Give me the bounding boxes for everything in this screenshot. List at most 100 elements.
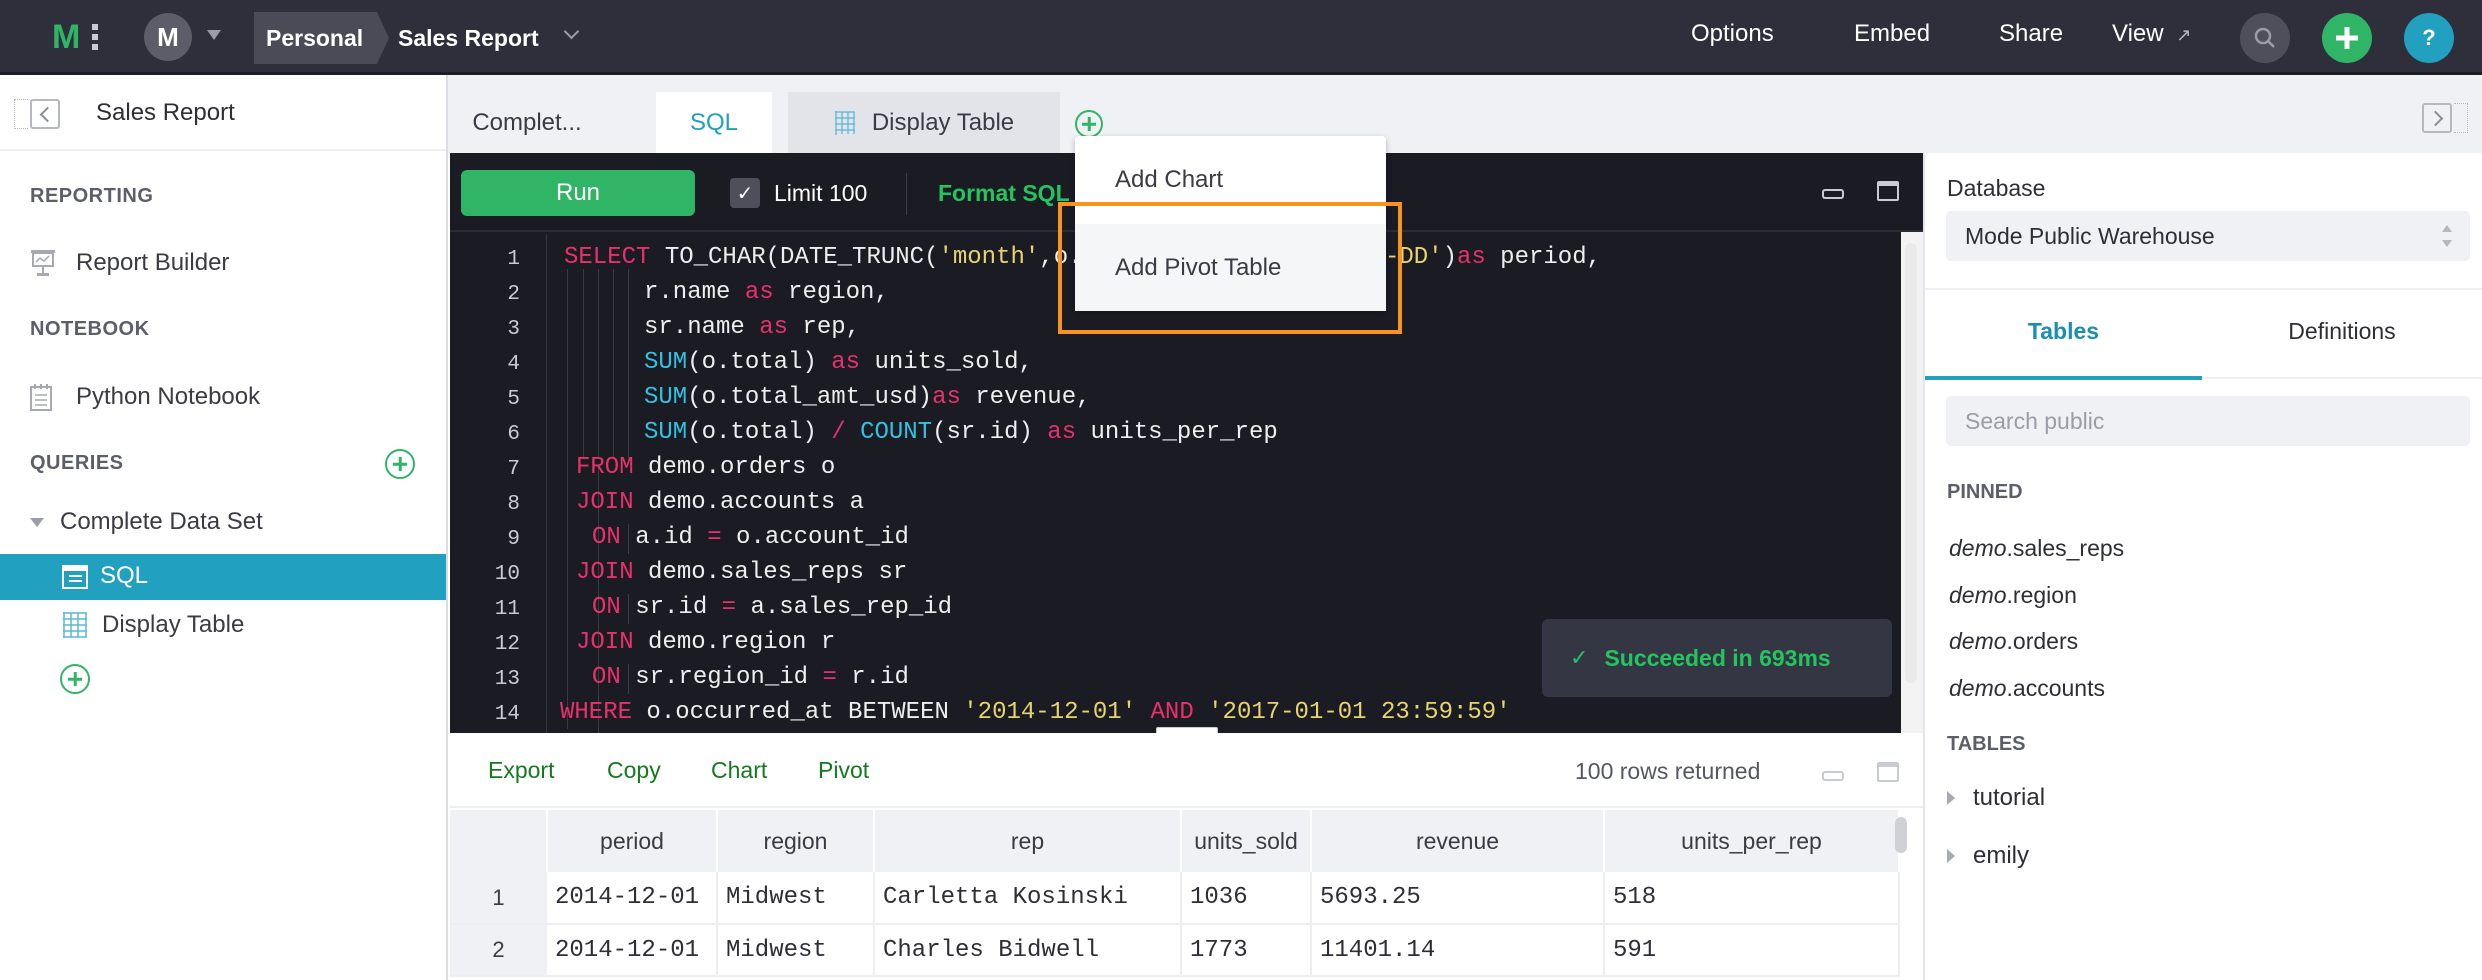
code-line: ON sr.id = a.sales_rep_id: [592, 594, 953, 621]
column-header-rep[interactable]: rep: [874, 810, 1182, 872]
help-button[interactable]: ?: [2404, 13, 2454, 63]
share-link[interactable]: Share: [1999, 20, 2063, 48]
column-header-revenue[interactable]: revenue: [1311, 810, 1605, 872]
app-menu-icon[interactable]: [92, 24, 98, 50]
workspace-caret-icon[interactable]: [207, 30, 221, 40]
results-scrollbar[interactable]: [1895, 817, 1907, 853]
add-tab-button[interactable]: [1075, 110, 1103, 138]
limit-checkbox[interactable]: ✓: [730, 178, 760, 208]
pinned-table-region[interactable]: demo.region: [1949, 582, 2077, 609]
sql-editor-icon: [62, 565, 88, 589]
pivot-button[interactable]: Pivot: [818, 757, 869, 784]
chevron-down-icon[interactable]: [563, 23, 580, 40]
pinned-table-accounts[interactable]: demo.accounts: [1949, 675, 2105, 702]
success-toast: ✓ Succeeded in 693ms: [1542, 619, 1892, 697]
view-link[interactable]: View ↗: [2112, 20, 2191, 48]
search-tables-input[interactable]: [1946, 396, 2470, 446]
toolbar-divider: [906, 173, 907, 215]
tab-tables[interactable]: Tables: [1925, 318, 2202, 345]
tab-complete-data-set[interactable]: Complet...: [460, 92, 594, 153]
sidebar-item-display-table[interactable]: Display Table: [62, 611, 244, 639]
caret-down-icon: [30, 517, 44, 527]
chart-button[interactable]: Chart: [711, 757, 767, 784]
indent-guide: [613, 269, 614, 459]
results-table: period region rep units_sold revenue uni…: [450, 810, 1900, 977]
search-button[interactable]: [2240, 13, 2290, 63]
mode-logo[interactable]: M: [52, 18, 80, 57]
cell-region: Midwest: [717, 872, 875, 925]
pinned-table-sales-reps[interactable]: demo.sales_reps: [1949, 535, 2124, 562]
column-header-units-sold[interactable]: units_sold: [1181, 810, 1312, 872]
view-label: View: [2112, 20, 2164, 47]
breadcrumb-personal[interactable]: Personal: [254, 12, 390, 64]
column-header-units-per-rep[interactable]: units_per_rep: [1604, 810, 1900, 872]
add-visualization-button[interactable]: [60, 664, 90, 694]
maximize-editor-icon[interactable]: [1877, 181, 1899, 201]
schema-tutorial[interactable]: tutorial: [1947, 784, 2045, 812]
database-select[interactable]: Mode Public Warehouse: [1946, 211, 2470, 261]
code-line: JOIN demo.region r: [576, 629, 836, 656]
check-icon: ✓: [1570, 645, 1589, 671]
sql-label: SQL: [100, 562, 149, 589]
schema-name: demo: [1949, 535, 2007, 561]
cell-revenue: 11401.14: [1311, 924, 1605, 977]
minimize-results-icon[interactable]: [1822, 771, 1844, 781]
tab-display-table[interactable]: Display Table: [788, 92, 1060, 153]
top-nav-bar: M M Personal Sales Report Options Embed …: [0, 0, 2482, 75]
caret-right-icon: [1947, 791, 1955, 805]
code-line: sr.name as rep,: [644, 314, 861, 341]
pinned-table-orders[interactable]: demo.orders: [1949, 628, 2078, 655]
cell-units-per-rep: 518: [1604, 872, 1900, 925]
minimize-editor-icon[interactable]: [1822, 189, 1844, 199]
sidebar-item-sql[interactable]: SQL: [0, 554, 446, 600]
cell-region: Midwest: [717, 924, 875, 977]
tab-definitions[interactable]: Definitions: [2202, 318, 2482, 345]
highlight-annotation: [1058, 202, 1402, 334]
column-header-region[interactable]: region: [717, 810, 875, 872]
collapse-sidebar-button[interactable]: [14, 99, 60, 129]
schema-label: tutorial: [1973, 784, 2046, 811]
query-tab-bar: Complet... SQL Display Table: [448, 75, 2482, 153]
schema-label: emily: [1973, 842, 2030, 869]
create-button[interactable]: [2322, 13, 2372, 63]
python-notebook-label: Python Notebook: [76, 383, 261, 410]
plus-icon: [2336, 27, 2358, 49]
cell-revenue: 5693.25: [1311, 872, 1605, 925]
workspace-avatar[interactable]: M: [144, 13, 192, 61]
add-query-button[interactable]: [385, 449, 415, 479]
sidebar-header: Sales Report: [0, 75, 446, 151]
breadcrumb-report[interactable]: Sales Report: [398, 12, 539, 64]
cell-units-sold: 1773: [1181, 924, 1312, 977]
sidebar-item-python-notebook[interactable]: Python Notebook: [30, 383, 260, 411]
options-link[interactable]: Options: [1691, 20, 1774, 48]
limit-label: Limit 100: [774, 180, 868, 206]
cell-period: 2014-12-01: [547, 924, 718, 977]
schema-browser-panel: Database Mode Public Warehouse Tables De…: [1923, 153, 2482, 980]
table-header-row: period region rep units_sold revenue uni…: [450, 810, 1900, 872]
tab-sql[interactable]: SQL: [656, 92, 772, 153]
schema-name: demo: [1949, 628, 2007, 654]
column-header-period[interactable]: period: [547, 810, 718, 872]
export-button[interactable]: Export: [488, 757, 554, 784]
rows-returned-count: 100 rows returned: [1575, 758, 1761, 784]
toast-message: Succeeded in 693ms: [1604, 644, 1831, 671]
sidebar-item-report-builder[interactable]: Report Builder: [30, 249, 229, 277]
maximize-results-icon[interactable]: [1877, 762, 1899, 782]
table-name: .orders: [2006, 628, 2079, 654]
editor-scrollbar[interactable]: [1905, 243, 1917, 683]
database-label: Database: [1947, 175, 2046, 201]
cell-units-per-rep: 591: [1604, 924, 1900, 977]
active-tab-indicator: [1925, 376, 2202, 380]
report-builder-label: Report Builder: [76, 249, 230, 276]
cell-rep: Carletta Kosinski: [874, 872, 1182, 925]
schema-emily[interactable]: emily: [1947, 842, 2029, 870]
copy-button[interactable]: Copy: [607, 757, 661, 784]
caret-right-icon: [1947, 849, 1955, 863]
chevron-right-icon: [2422, 103, 2452, 133]
collapse-right-panel-button[interactable]: [2422, 103, 2468, 133]
section-notebook: NOTEBOOK: [30, 318, 150, 340]
format-sql-button[interactable]: Format SQL: [938, 180, 1070, 207]
query-complete-data-set[interactable]: Complete Data Set: [30, 508, 263, 536]
embed-link[interactable]: Embed: [1854, 20, 1930, 48]
run-button[interactable]: Run: [461, 170, 695, 216]
